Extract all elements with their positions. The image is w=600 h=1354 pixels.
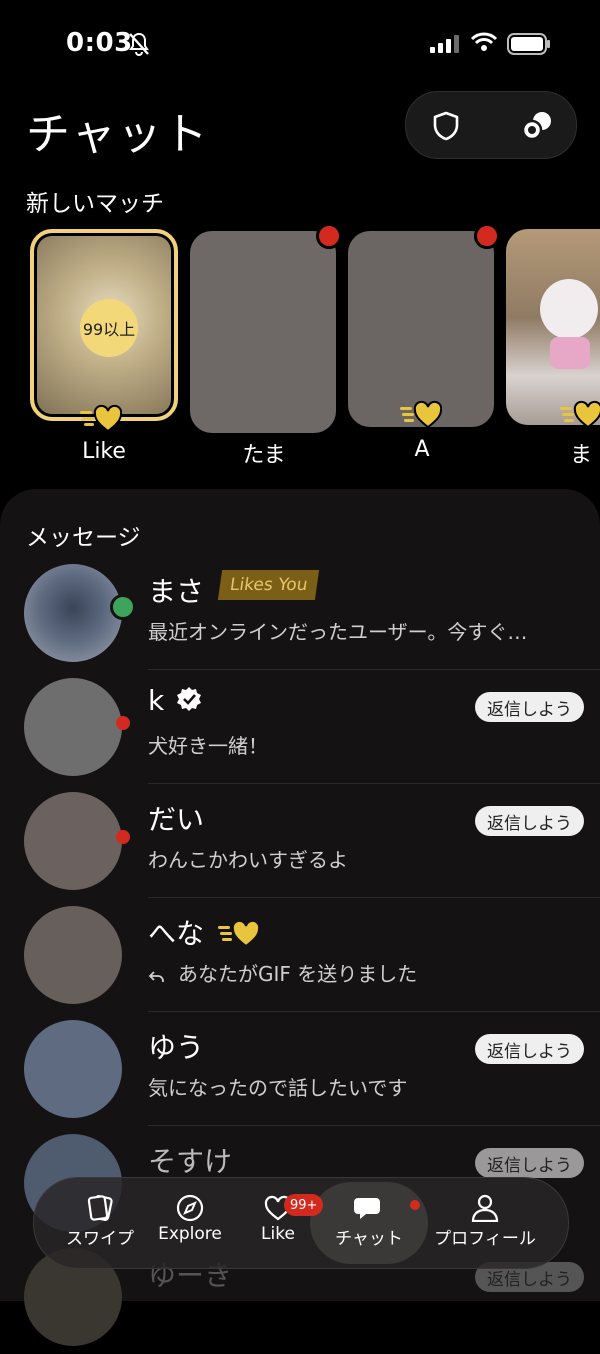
unread-dot xyxy=(116,830,130,844)
bottom-tab-bar: スワイプ Explore Like 99+ チャット プロフィール xyxy=(33,1177,569,1269)
shield-icon[interactable] xyxy=(430,110,462,142)
avatar[interactable] xyxy=(24,678,122,776)
cellular-signal-icon xyxy=(430,35,459,53)
message-preview: あなたがGIF を送りました xyxy=(178,962,418,986)
reply-prompt-button[interactable]: 返信しよう xyxy=(475,692,584,722)
match-photo xyxy=(348,231,494,427)
match-name: ま xyxy=(570,443,593,468)
status-time: 0:03 xyxy=(66,28,133,58)
messages-label: メッセージ xyxy=(26,525,141,551)
new-match-dot xyxy=(316,223,342,249)
status-bar: 0:03 xyxy=(0,0,600,90)
avatar[interactable] xyxy=(24,564,122,662)
tab-label: Like xyxy=(261,1224,295,1244)
message-row[interactable]: へな あなたがGIF を送りました xyxy=(0,898,600,1012)
battery-icon xyxy=(507,33,550,55)
like-card-image: 99以上 xyxy=(30,229,178,421)
photo-figure xyxy=(540,279,598,339)
chat-bubbles-icon xyxy=(354,1198,380,1219)
message-preview: わんこかわいすぎるよ xyxy=(148,848,348,872)
profile-icon xyxy=(471,1194,499,1222)
tab-profile[interactable]: プロフィール xyxy=(430,1188,540,1249)
message-row[interactable]: だい 返信しよう わんこかわいすぎるよ xyxy=(0,784,600,898)
like-count-badge: 99+ xyxy=(284,1194,324,1216)
avatar[interactable] xyxy=(24,1020,122,1118)
verified-badge-icon xyxy=(177,687,201,711)
contact-name: まさ xyxy=(148,575,205,608)
tab-label: スワイプ xyxy=(66,1229,134,1249)
tab-swipe[interactable]: スワイプ xyxy=(52,1188,148,1249)
new-match-dot xyxy=(474,223,500,249)
online-indicator xyxy=(110,594,136,620)
tab-label: チャット xyxy=(335,1229,403,1249)
reply-prompt-button[interactable]: 返信しよう xyxy=(475,1034,584,1064)
wifi-icon xyxy=(471,32,497,51)
chat-unread-dot xyxy=(410,1200,420,1210)
message-preview: 最近オンラインだったユーザー。今すぐ… xyxy=(148,620,528,644)
likes-count-badge: 99以上 xyxy=(80,299,138,357)
new-matches-label: 新しいマッチ xyxy=(26,191,164,217)
tab-explore[interactable]: Explore xyxy=(142,1188,238,1244)
tab-label: プロフィール xyxy=(434,1229,536,1249)
match-photo xyxy=(506,229,600,425)
contact-name: だい xyxy=(148,803,205,836)
reply-arrow-icon xyxy=(148,971,164,982)
page-title: チャット xyxy=(26,109,210,160)
super-like-heart-icon xyxy=(218,919,260,948)
contact-name: へな xyxy=(148,917,205,950)
match-name: A xyxy=(414,437,430,462)
message-preview: 犬好き一緒！ xyxy=(148,734,268,758)
contact-name: そすけ xyxy=(148,1145,233,1178)
likes-you-tag: Likes You xyxy=(217,570,320,600)
avatar[interactable] xyxy=(24,906,122,1004)
compass-icon xyxy=(176,1194,204,1222)
contact-name: ゆう xyxy=(148,1031,205,1064)
reply-prompt-button[interactable]: 返信しよう xyxy=(475,806,584,836)
super-like-heart-icon xyxy=(560,400,600,429)
swipe-cards-icon xyxy=(87,1195,113,1221)
muted-bell-icon xyxy=(129,32,149,56)
message-row[interactable]: ゆう 返信しよう 気になったので話したいです xyxy=(0,1012,600,1126)
super-like-heart-icon xyxy=(80,404,122,433)
photo-figure-body xyxy=(550,337,590,369)
match-name: Like xyxy=(82,439,126,464)
avatar[interactable] xyxy=(24,792,122,890)
message-preview: 気になったので話したいです xyxy=(148,1076,408,1100)
tab-label: Explore xyxy=(158,1224,222,1244)
tab-chat[interactable]: チャット xyxy=(321,1188,417,1249)
match-name: たま xyxy=(242,443,286,468)
super-like-heart-icon xyxy=(400,400,442,429)
match-photo xyxy=(190,231,336,433)
header-actions xyxy=(405,91,577,159)
message-row[interactable]: k 返信しよう 犬好き一緒！ xyxy=(0,670,600,784)
reply-prompt-button[interactable]: 返信しよう xyxy=(475,1148,584,1178)
match-filter-icon[interactable] xyxy=(520,110,554,142)
message-row[interactable]: まさ Likes You 最近オンラインだったユーザー。今すぐ… xyxy=(0,556,600,670)
unread-dot xyxy=(116,716,130,730)
contact-name: k xyxy=(148,684,165,717)
